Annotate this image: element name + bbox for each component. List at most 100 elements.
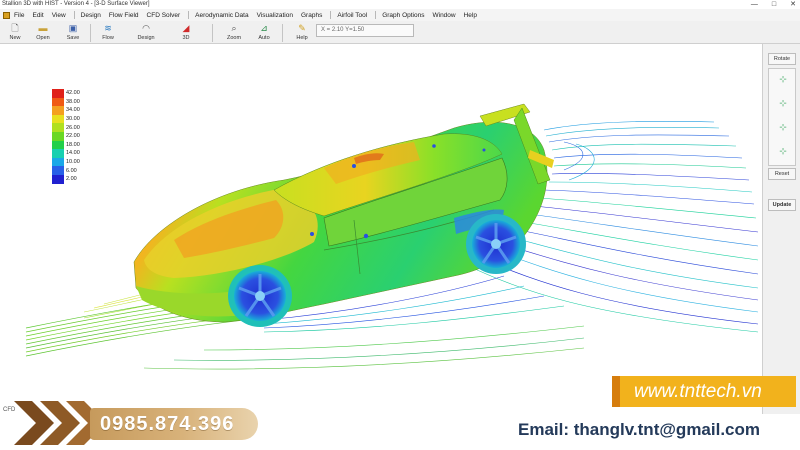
legend-value: 10.00 (66, 159, 80, 166)
design-icon: ◠ (142, 23, 150, 33)
legend-row: 10.00 (52, 157, 86, 167)
open-label: Open (36, 35, 50, 41)
rear-wheel (466, 214, 526, 274)
legend-swatch (52, 166, 64, 175)
rotate-button[interactable]: Rotate (768, 53, 796, 65)
coordinate-readout: X = 2.10 Y=1.50 (316, 24, 414, 37)
maximize-button[interactable]: □ (772, 0, 776, 9)
legend-value: 2.00 (66, 176, 77, 183)
menu-edit[interactable]: Edit (32, 12, 43, 19)
legend-swatch (52, 97, 64, 107)
legend-value: 26.00 (66, 124, 80, 131)
pointer-icon: ✎ (298, 23, 306, 33)
website-label: www.tnttech.vn (612, 376, 796, 407)
legend-row: 38.00 (52, 97, 86, 107)
legend-value: 22.00 (66, 133, 80, 140)
title-bar: Stallion 3D with HIST - Version 4 - [3-D… (0, 0, 800, 9)
chart-icon: ⊿ (260, 23, 268, 33)
legend-swatch (52, 114, 64, 124)
legend-swatch (52, 140, 64, 150)
legend-row: 6.00 (52, 166, 86, 175)
save-button[interactable]: ▣ Save (61, 23, 85, 41)
rotate-free-icon[interactable]: ⊹ (777, 145, 789, 157)
legend-swatch (52, 106, 64, 115)
toolbar-separator (282, 24, 283, 42)
phone-number: 0985.874.396 (90, 408, 258, 440)
reset-button[interactable]: Reset (768, 168, 796, 180)
toolbar-separator (90, 24, 91, 42)
legend-row: 14.00 (52, 149, 86, 158)
menu-window[interactable]: Window (432, 12, 455, 19)
save-label: Save (66, 35, 80, 41)
help-button[interactable]: ✎ Help (290, 23, 314, 41)
legend-value: 18.00 (66, 141, 80, 148)
menu-separator (73, 11, 75, 19)
design-label: Design (137, 35, 155, 41)
menu-airfoil-tool[interactable]: Airfoil Tool (337, 12, 367, 19)
minimize-button[interactable]: — (751, 0, 758, 9)
legend-row: 42.00 (52, 89, 86, 98)
new-label: New (9, 35, 21, 41)
menu-cfd-solver[interactable]: CFD Solver (147, 12, 181, 19)
menu-bar: File Edit View Design Flow Field CFD Sol… (0, 9, 800, 21)
close-button[interactable]: ✕ (790, 0, 796, 9)
new-file-icon: 🗋 (11, 23, 19, 33)
3d-label: 3D (182, 35, 190, 41)
front-wheel (228, 265, 292, 327)
legend-value: 42.00 (66, 90, 80, 97)
new-button[interactable]: 🗋 New (3, 23, 27, 41)
menu-visualization[interactable]: Visualization (257, 12, 293, 19)
rotation-axes: ⊹ ⊹ ⊹ ⊹ (768, 68, 796, 166)
3d-button[interactable]: ◢ 3D (174, 23, 198, 41)
menu-graph-options[interactable]: Graph Options (382, 12, 424, 19)
rotate-z-icon[interactable]: ⊹ (777, 121, 789, 133)
floppy-icon: ▣ (68, 23, 78, 33)
app-icon (3, 11, 10, 19)
flow-button[interactable]: ≋ Flow (96, 23, 120, 41)
help-label: Help (296, 35, 308, 41)
rotate-y-icon[interactable]: ⊹ (777, 97, 789, 109)
menu-separator (330, 11, 332, 19)
surface-viewer[interactable] (24, 50, 762, 405)
legend-row: 34.00 (52, 106, 86, 115)
legend-row: 18.00 (52, 140, 86, 150)
legend-swatch (52, 131, 64, 141)
legend-row: 22.00 (52, 131, 86, 141)
legend-row: 26.00 (52, 123, 86, 132)
menu-design[interactable]: Design (81, 12, 101, 19)
flow-label: Flow (102, 35, 114, 41)
rotate-x-icon[interactable]: ⊹ (777, 73, 789, 85)
zoom-button[interactable]: ⌕ Zoom (222, 23, 246, 41)
folder-icon: ▬ (38, 23, 48, 33)
legend-value: 38.00 (66, 98, 80, 105)
menu-graphs[interactable]: Graphs (301, 12, 322, 19)
legend-swatch (52, 123, 64, 132)
legend-swatch (52, 174, 64, 184)
auto-label: Auto (258, 35, 270, 41)
legend-row: 30.00 (52, 114, 86, 124)
legend-value: 14.00 (66, 150, 80, 157)
legend-swatch (52, 149, 64, 158)
3d-icon: ◢ (182, 23, 190, 33)
legend-value: 6.00 (66, 167, 77, 174)
magnifier-icon: ⌕ (231, 23, 237, 33)
menu-help[interactable]: Help (464, 12, 477, 19)
legend-value: 34.00 (66, 107, 80, 114)
menu-file[interactable]: File (14, 12, 24, 19)
menu-separator (375, 11, 377, 19)
open-button[interactable]: ▬ Open (31, 23, 55, 41)
window-title: Stallion 3D with HIST - Version 4 - [3-D… (2, 1, 150, 7)
email-label: Email: thanglv.tnt@gmail.com (518, 420, 761, 439)
update-button[interactable]: Update (768, 199, 796, 211)
cfd-visualization (25, 103, 759, 370)
car-model (133, 103, 554, 327)
menu-separator (188, 11, 190, 19)
menu-view[interactable]: View (52, 12, 66, 19)
toolbar-separator (212, 24, 213, 42)
menu-aerodynamic-data[interactable]: Aerodynamic Data (195, 12, 248, 19)
menu-flow-field[interactable]: Flow Field (109, 12, 139, 19)
auto-button[interactable]: ⊿ Auto (252, 23, 276, 41)
legend-swatch (52, 89, 64, 98)
flow-icon: ≋ (104, 23, 112, 33)
design-button[interactable]: ◠ Design (134, 23, 158, 41)
